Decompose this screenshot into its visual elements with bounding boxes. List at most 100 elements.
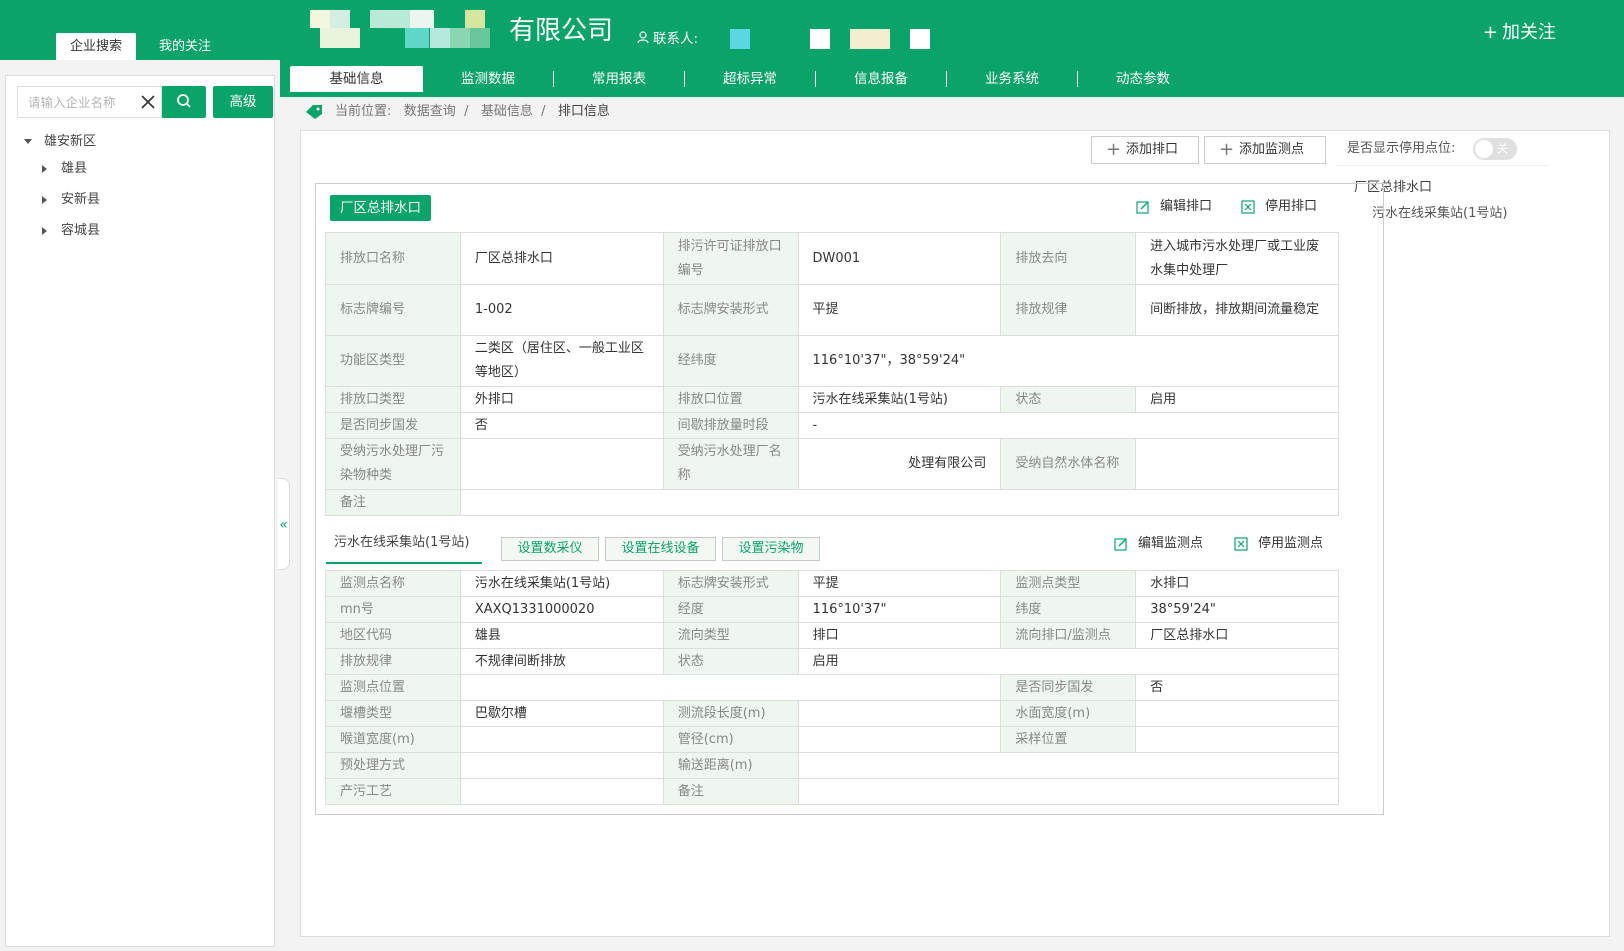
button-label: 添加监测点 <box>1239 142 1305 157</box>
tree-node-root[interactable]: 雄安新区 <box>24 132 96 152</box>
field-label: 标志牌安装形式 <box>662 570 799 597</box>
tree-node-xiongxian[interactable]: 雄县 <box>42 159 87 179</box>
tree-label: 容城县 <box>61 223 101 238</box>
edit-icon <box>1114 538 1127 551</box>
breadcrumb-item[interactable]: 数据查询 <box>404 104 456 119</box>
table-row: 堰槽类型 巴歇尔槽 测流段长度(m) 水面宽度(m) <box>325 700 1339 727</box>
breadcrumb-prefix: 当前位置: <box>335 104 392 119</box>
field-value: - <box>797 412 1339 439</box>
field-value: 二类区（居住区、一般工业区等地区） <box>459 335 664 387</box>
show-disabled-toggle[interactable]: 关 <box>1473 138 1517 160</box>
advanced-search-button[interactable]: 高级 <box>213 86 273 118</box>
disable-outlet-button[interactable]: 停用排口 <box>1241 198 1317 216</box>
set-daq-button[interactable]: 设置数采仪 <box>501 537 599 561</box>
field-value: 否 <box>459 412 664 439</box>
field-value <box>797 752 1340 779</box>
table-row: 监测点名称 污水在线采集站(1号站) 标志牌安装形式 平提 监测点类型 水排口 <box>325 570 1339 597</box>
caret-right-icon <box>42 195 47 204</box>
redacted-block <box>470 28 490 48</box>
left-panel: 高级 雄安新区 雄县 安新县 容城县 <box>5 75 275 947</box>
tab-company-search[interactable]: 企业搜索 <box>56 33 136 60</box>
field-value <box>459 752 664 779</box>
field-value: 厂区总排水口 <box>1135 622 1339 649</box>
nav-info-filing[interactable]: 信息报备 <box>816 66 946 92</box>
action-label: 编辑监测点 <box>1138 536 1204 551</box>
caret-right-icon <box>42 164 47 173</box>
field-label: 受纳污水处理厂名称 <box>662 438 799 490</box>
show-disabled-label: 是否显示停用点位: <box>1347 141 1456 156</box>
field-value: 启用 <box>797 648 1340 675</box>
action-label: 停用排口 <box>1265 199 1318 214</box>
field-label: mn号 <box>325 596 461 623</box>
company-search-input[interactable] <box>18 87 130 117</box>
field-label: 预处理方式 <box>325 752 461 779</box>
breadcrumb-path: 当前位置: 数据查询 / 基础信息 / 排口信息 <box>335 104 610 119</box>
nav-dynamic-params[interactable]: 动态参数 <box>1078 66 1208 92</box>
company-name: 有限公司 <box>509 16 614 46</box>
redacted-block <box>320 28 360 48</box>
table-row: 监测点位置 是否同步国发 否 <box>325 674 1339 701</box>
field-label: 监测点名称 <box>325 570 461 597</box>
edit-icon <box>1136 201 1149 214</box>
search-button[interactable] <box>162 86 206 118</box>
add-outlet-button[interactable]: + 添加排口 <box>1091 136 1199 164</box>
tree-label: 安新县 <box>61 192 101 207</box>
disable-point-button[interactable]: 停用监测点 <box>1234 535 1323 553</box>
field-label: 采样位置 <box>1000 726 1137 753</box>
outlet-detail-panel: 厂区总排水口 编辑排口 停用排口 排放口名称 厂区总排水口 排污许可证排放口编号… <box>315 183 1384 815</box>
tree-label: 雄县 <box>61 161 88 176</box>
contact-info: 联系人: <box>637 27 698 47</box>
follow-button[interactable]: + 加关注 <box>1483 18 1556 44</box>
action-label: 编辑排口 <box>1160 199 1213 214</box>
table-row: 预处理方式 输送距离(m) <box>325 752 1340 779</box>
redacted-block <box>810 29 830 49</box>
tab-monitoring-station[interactable]: 污水在线采集站(1号站) <box>326 532 482 564</box>
disable-icon <box>1241 200 1255 214</box>
tree-node-rongcheng[interactable]: 容城县 <box>42 221 100 241</box>
nav-reports[interactable]: 常用报表 <box>554 66 684 92</box>
field-label: 经度 <box>662 596 799 623</box>
field-value <box>459 489 1340 516</box>
field-label: 备注 <box>325 489 461 516</box>
nav-basic-info[interactable]: 基础信息 <box>290 66 423 92</box>
edit-point-button[interactable]: 编辑监测点 <box>1114 535 1203 553</box>
set-device-button[interactable]: 设置在线设备 <box>605 537 716 561</box>
breadcrumb-item[interactable]: 基础信息 <box>481 104 533 119</box>
app-root: 企业搜索 我的关注 高级 雄安新区 雄县 安新县 容城县 « <box>0 0 1624 951</box>
field-value <box>797 778 1340 805</box>
field-label: 是否同步国发 <box>1000 674 1137 701</box>
point-tree-station[interactable]: 污水在线采集站(1号站) <box>1372 202 1507 221</box>
search-box <box>17 86 162 118</box>
field-label: 状态 <box>1000 386 1137 413</box>
redacted-block <box>410 10 434 28</box>
field-label: 喉道宽度(m) <box>325 726 461 753</box>
field-label: 排放规律 <box>325 648 461 675</box>
collapse-sidebar-button[interactable]: « <box>278 478 290 570</box>
redacted-block <box>370 10 410 28</box>
field-label: 堰槽类型 <box>325 700 461 727</box>
field-value: 外排口 <box>459 386 664 413</box>
field-value: 雄县 <box>459 622 664 649</box>
tree-label: 雄安新区 <box>44 134 97 149</box>
nav-monitoring-data[interactable]: 监测数据 <box>423 66 553 92</box>
field-label: 水面宽度(m) <box>1000 700 1137 727</box>
redacted-block <box>730 29 750 49</box>
follow-label: 加关注 <box>1502 22 1556 43</box>
main-content: + 添加排口 + 添加监测点 是否显示停用点位: 关 厂区总排水口 污水在线采集站(… <box>300 130 1610 937</box>
edit-outlet-button[interactable]: 编辑排口 <box>1136 198 1212 216</box>
clear-icon[interactable] <box>139 93 157 111</box>
add-monitoring-point-button[interactable]: + 添加监测点 <box>1204 136 1326 164</box>
field-label: 排放去向 <box>1000 232 1137 285</box>
plus-icon: + <box>1106 139 1122 160</box>
field-value <box>1135 726 1339 753</box>
tab-my-follow[interactable]: 我的关注 <box>150 33 220 60</box>
field-value: 间断排放，排放期间流量稳定 <box>1135 284 1339 336</box>
field-label: 排放口名称 <box>325 232 461 285</box>
field-value: 污水在线采集站(1号站) <box>797 386 1002 413</box>
breadcrumb-current: 排口信息 <box>557 104 610 119</box>
nav-business-system[interactable]: 业务系统 <box>947 66 1077 92</box>
field-label: 间歇排放量时段 <box>662 412 799 439</box>
set-pollutant-button[interactable]: 设置污染物 <box>722 537 820 561</box>
nav-exceedance[interactable]: 超标异常 <box>685 66 815 92</box>
tree-node-anxin[interactable]: 安新县 <box>42 190 100 210</box>
